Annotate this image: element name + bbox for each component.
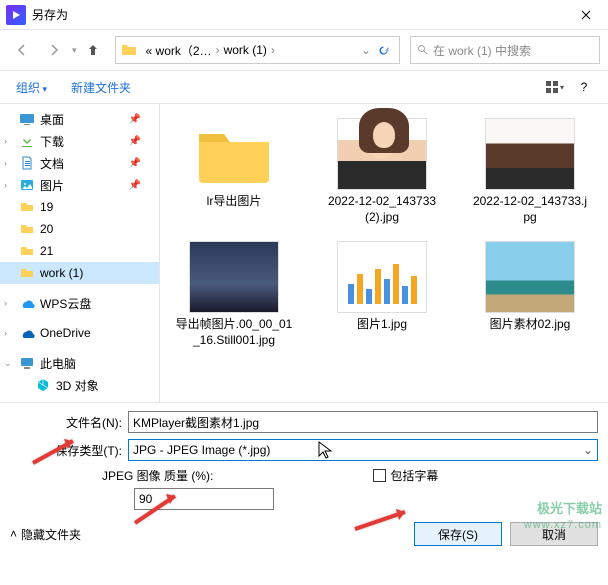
chevron-up-icon: ˄ bbox=[10, 527, 17, 541]
chevron-right-icon: › bbox=[4, 180, 7, 190]
pin-icon: 📌 bbox=[129, 180, 141, 191]
nav-history-dropdown[interactable]: ▾ bbox=[72, 45, 77, 56]
sidebar-item-work1[interactable]: work (1) bbox=[0, 262, 159, 284]
thumbnail-icon bbox=[337, 241, 427, 313]
sidebar-item-20[interactable]: 20 bbox=[0, 218, 159, 240]
checkbox-icon bbox=[373, 469, 386, 482]
sidebar-item-onedrive[interactable]: ›OneDrive bbox=[0, 322, 159, 344]
sidebar-item-desktop[interactable]: 桌面📌 bbox=[0, 108, 159, 130]
jpeg-quality-input[interactable] bbox=[134, 488, 274, 510]
hide-folders-label: 隐藏文件夹 bbox=[21, 526, 81, 543]
file-item[interactable]: 2022-12-02_143733.jpg bbox=[466, 114, 594, 229]
file-label: 导出帧图片.00_00_01_16.Still001.jpg bbox=[174, 317, 294, 348]
view-button[interactable]: ▾ bbox=[540, 73, 568, 101]
organize-button[interactable]: 组织 bbox=[10, 75, 53, 100]
sidebar: 桌面📌 ›下载📌 ›文档📌 ›图片📌 19 20 21 work (1) ›WP… bbox=[0, 104, 160, 402]
thumbnail-icon bbox=[485, 241, 575, 313]
filename-label: 文件名(N): bbox=[10, 414, 128, 431]
filetype-value: JPG - JPEG Image (*.jpg) bbox=[133, 443, 270, 457]
nav-up-button[interactable] bbox=[81, 38, 105, 62]
file-label: 2022-12-02_143733 (2).jpg bbox=[322, 194, 442, 225]
chevron-right-icon: › bbox=[4, 298, 7, 308]
save-form: 文件名(N): 保存类型(T): JPG - JPEG Image (*.jpg… bbox=[0, 402, 608, 516]
file-item-folder[interactable]: lr导出图片 bbox=[170, 114, 298, 229]
cancel-button[interactable]: 取消 bbox=[510, 522, 598, 546]
navbar: ▾ « work（2… › work (1) › ⌄ 在 work (1) 中搜… bbox=[0, 30, 608, 70]
toolbar: 组织 新建文件夹 ▾ ? bbox=[0, 70, 608, 104]
breadcrumb-dropdown[interactable]: ⌄ bbox=[361, 43, 371, 57]
pin-icon: 📌 bbox=[129, 158, 141, 169]
thumbnail-icon bbox=[189, 241, 279, 313]
main-area: 桌面📌 ›下载📌 ›文档📌 ›图片📌 19 20 21 work (1) ›WP… bbox=[0, 104, 608, 402]
sidebar-item-19[interactable]: 19 bbox=[0, 196, 159, 218]
breadcrumb[interactable]: « work（2… › work (1) › ⌄ bbox=[115, 36, 400, 64]
sidebar-item-pictures[interactable]: ›图片📌 bbox=[0, 174, 159, 196]
app-icon bbox=[6, 5, 26, 25]
save-button[interactable]: 保存(S) bbox=[414, 522, 502, 546]
jpeg-quality-label: JPEG 图像 质量 (%): bbox=[102, 467, 213, 484]
search-placeholder: 在 work (1) 中搜索 bbox=[433, 42, 531, 59]
sidebar-item-21[interactable]: 21 bbox=[0, 240, 159, 262]
close-button[interactable] bbox=[563, 0, 608, 30]
pin-icon: 📌 bbox=[129, 114, 141, 125]
window-title: 另存为 bbox=[32, 6, 563, 23]
breadcrumb-part2[interactable]: work (1) bbox=[220, 43, 271, 57]
subtitle-label: 包括字幕 bbox=[390, 467, 438, 484]
refresh-button[interactable] bbox=[371, 44, 395, 57]
nav-forward-button bbox=[40, 36, 68, 64]
chevron-down-icon: ⌄ bbox=[4, 358, 12, 369]
file-grid: lr导出图片 2022-12-02_143733 (2).jpg 2022-12… bbox=[160, 104, 608, 402]
search-input[interactable]: 在 work (1) 中搜索 bbox=[410, 36, 600, 64]
filename-input[interactable] bbox=[128, 411, 598, 433]
file-label: lr导出图片 bbox=[207, 194, 262, 210]
footer: ˄ 隐藏文件夹 保存(S) 取消 极光下载站 www.xz7.com bbox=[0, 516, 608, 552]
help-icon: ? bbox=[581, 80, 588, 94]
sidebar-item-wps[interactable]: ›WPS云盘 bbox=[0, 292, 159, 314]
file-label: 2022-12-02_143733.jpg bbox=[470, 194, 590, 225]
sidebar-item-thispc[interactable]: ⌄此电脑 bbox=[0, 352, 159, 374]
chevron-right-icon: › bbox=[271, 43, 275, 57]
filetype-select[interactable]: JPG - JPEG Image (*.jpg) ⌄ bbox=[128, 439, 598, 461]
file-label: 图片1.jpg bbox=[357, 317, 407, 333]
file-label: 图片素材02.jpg bbox=[490, 317, 571, 333]
file-item[interactable]: 图片1.jpg bbox=[318, 237, 446, 352]
chevron-right-icon: › bbox=[4, 136, 7, 146]
thumbnail-icon bbox=[485, 118, 575, 190]
new-folder-button[interactable]: 新建文件夹 bbox=[65, 75, 137, 100]
breadcrumb-part1[interactable]: « work（2… bbox=[142, 42, 216, 59]
help-button[interactable]: ? bbox=[570, 73, 598, 101]
filetype-label: 保存类型(T): bbox=[10, 442, 128, 459]
chevron-right-icon: › bbox=[4, 158, 7, 168]
file-item[interactable]: 导出帧图片.00_00_01_16.Still001.jpg bbox=[170, 237, 298, 352]
sidebar-item-documents[interactable]: ›文档📌 bbox=[0, 152, 159, 174]
file-item[interactable]: 图片素材02.jpg bbox=[466, 237, 594, 352]
folder-icon bbox=[189, 118, 279, 190]
titlebar: 另存为 bbox=[0, 0, 608, 30]
hide-folders-button[interactable]: ˄ 隐藏文件夹 bbox=[10, 526, 81, 543]
chevron-down-icon: ⌄ bbox=[583, 443, 593, 457]
search-icon bbox=[417, 44, 429, 56]
sidebar-item-downloads[interactable]: ›下载📌 bbox=[0, 130, 159, 152]
subtitle-checkbox[interactable]: 包括字幕 bbox=[373, 467, 438, 484]
pin-icon: 📌 bbox=[129, 136, 141, 147]
chevron-right-icon: › bbox=[4, 328, 7, 338]
nav-back-button bbox=[8, 36, 36, 64]
sidebar-item-3dobjects[interactable]: 3D 对象 bbox=[0, 374, 159, 396]
